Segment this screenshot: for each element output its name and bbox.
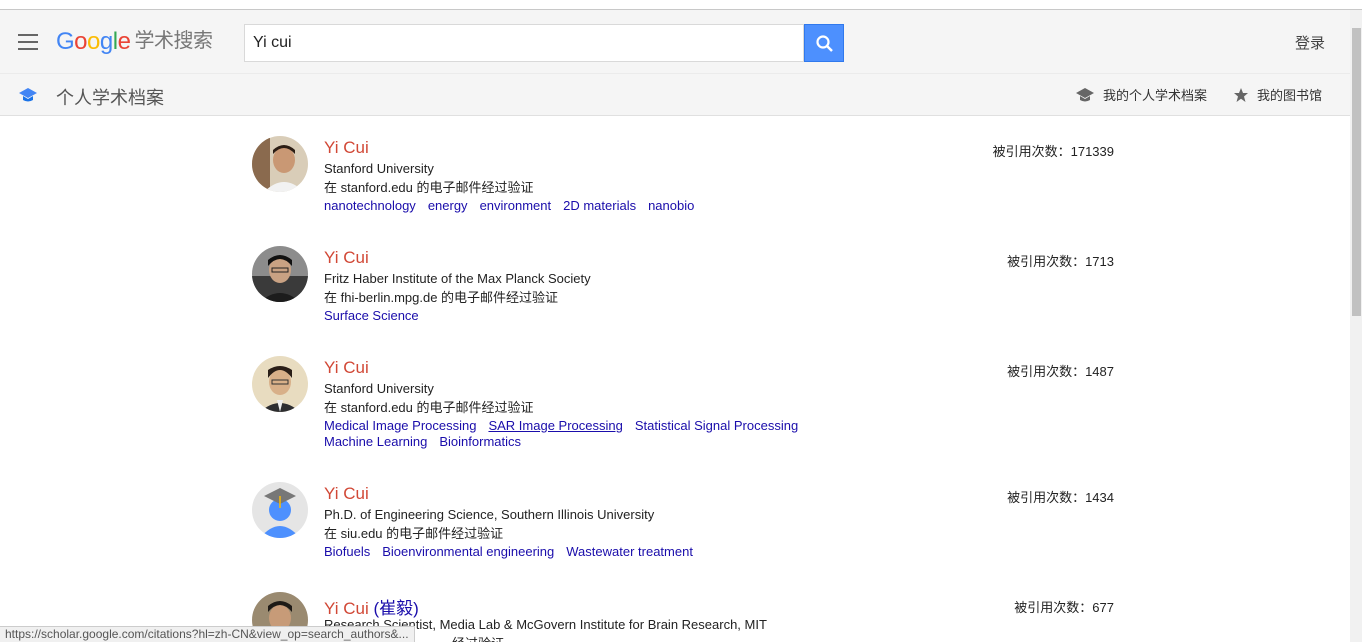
interest-tag[interactable]: nanotechnology — [324, 198, 416, 214]
my-profile-label: 我的个人学术档案 — [1103, 88, 1208, 103]
vertical-scrollbar[interactable] — [1350, 10, 1362, 642]
interest-tag[interactable]: Statistical Signal Processing — [635, 418, 798, 434]
author-affiliation: Ph.D. of Engineering Science, Southern I… — [324, 507, 655, 522]
interest-tag[interactable]: Biofuels — [324, 544, 370, 560]
author-results-list: Yi Cui Stanford University 在 stanford.ed… — [0, 116, 1350, 642]
top-header: Google 学术搜索 Yi cui 登录 — [0, 10, 1350, 74]
interest-tags: Surface Science — [324, 308, 824, 324]
page-title: 个人学术档案 — [56, 88, 164, 108]
graduation-cap-icon — [19, 88, 37, 102]
interest-tag[interactable]: energy — [428, 198, 468, 214]
my-profile-link[interactable]: 我的个人学术档案 — [1075, 85, 1207, 104]
citation-count: 被引用次数：1713 — [1007, 254, 1114, 269]
author-avatar[interactable] — [252, 246, 308, 302]
interest-tag[interactable]: 2D materials — [563, 198, 636, 214]
citation-count: 被引用次数：1434 — [1007, 490, 1114, 505]
browser-status-bar: https://scholar.google.com/citations?hl=… — [0, 626, 415, 642]
interest-tags: Biofuels Bioenvironmental engineering Wast… — [324, 544, 824, 560]
author-name-link[interactable]: Yi Cui — [324, 358, 369, 378]
author-avatar[interactable] — [252, 136, 308, 192]
author-avatar[interactable] — [252, 356, 308, 412]
interest-tags: nanotechnology energy environment 2D materi… — [324, 198, 824, 214]
interest-tag[interactable]: Bioenvironmental engineering — [382, 544, 554, 560]
profiles-subheader: 个人学术档案 我的个人学术档案 我的图书馆 — [0, 74, 1350, 116]
author-affiliation: Stanford University — [324, 161, 434, 176]
scrollbar-thumb[interactable] — [1352, 28, 1361, 316]
verified-email: 在 stanford.edu 的电子邮件经过验证 — [324, 400, 534, 415]
author-name-link[interactable]: Yi Cui — [324, 138, 369, 158]
citation-count: 被引用次数：171339 — [992, 144, 1114, 159]
interest-tag[interactable]: Surface Science — [324, 308, 419, 324]
interest-tag[interactable]: SAR Image Processing — [488, 418, 622, 434]
search-button[interactable] — [804, 24, 844, 62]
interest-tag[interactable]: environment — [480, 198, 552, 214]
my-library-label: 我的图书馆 — [1257, 88, 1323, 103]
verified-email: 经过验证 — [452, 633, 504, 642]
author-affiliation: Fritz Haber Institute of the Max Planck … — [324, 271, 591, 286]
window-top-edge — [0, 0, 1362, 10]
interest-tags: Medical Image Processing SAR Image Proces… — [324, 418, 824, 450]
verified-email: 在 siu.edu 的电子邮件经过验证 — [324, 526, 504, 541]
author-name-link[interactable]: Yi Cui — [324, 248, 369, 268]
citation-count: 被引用次数：1487 — [1007, 364, 1114, 379]
graduation-cap-icon — [1076, 87, 1094, 101]
author-name-link[interactable]: Yi Cui (崔毅) — [324, 594, 419, 619]
search-input[interactable]: Yi cui — [244, 24, 804, 62]
interest-tag[interactable]: Medical Image Processing — [324, 418, 476, 434]
interest-tag[interactable]: Machine Learning — [324, 434, 427, 450]
citation-count: 被引用次数：677 — [1014, 600, 1114, 615]
verified-email: 在 stanford.edu 的电子邮件经过验证 — [324, 180, 534, 195]
author-avatar[interactable] — [252, 482, 308, 538]
interest-tag[interactable]: Bioinformatics — [439, 434, 521, 450]
search-icon — [816, 35, 833, 52]
my-library-link[interactable]: 我的图书馆 — [1233, 85, 1322, 104]
author-name-link[interactable]: Yi Cui — [324, 484, 369, 504]
interest-tag[interactable]: nanobio — [648, 198, 694, 214]
google-scholar-logo[interactable]: Google 学术搜索 — [56, 26, 213, 56]
star-icon — [1234, 87, 1248, 102]
interest-tag[interactable]: Wastewater treatment — [566, 544, 693, 560]
verified-email: 在 fhi-berlin.mpg.de 的电子邮件经过验证 — [324, 290, 559, 305]
author-affiliation: Stanford University — [324, 381, 434, 396]
login-link[interactable]: 登录 — [1295, 32, 1325, 53]
hamburger-menu-icon[interactable] — [18, 34, 38, 50]
